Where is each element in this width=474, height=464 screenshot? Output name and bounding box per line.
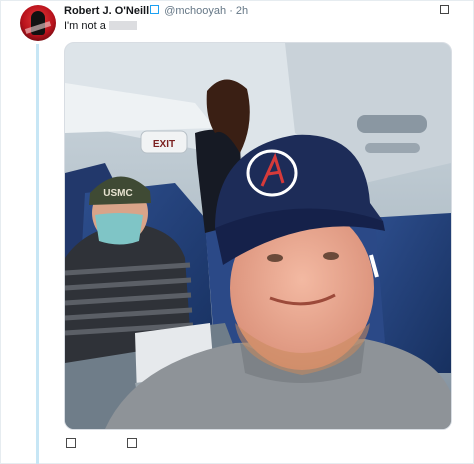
- tweet-timestamp[interactable]: 2h: [236, 5, 248, 17]
- tweet-header: Robert J. O'Neill @mchooyah · 2h: [64, 5, 248, 18]
- redacted-word: [108, 21, 137, 30]
- author-handle[interactable]: @mchooyah: [164, 5, 226, 17]
- reply-icon[interactable]: [66, 438, 76, 448]
- retweet-icon[interactable]: [127, 438, 137, 448]
- verified-badge-icon: [150, 5, 160, 14]
- exit-sign: EXIT: [153, 139, 175, 150]
- thread-line: [36, 44, 39, 464]
- tweet-text-body: I'm not a: [64, 20, 106, 32]
- tweet-photo[interactable]: EXIT USMC: [64, 42, 452, 430]
- author-name[interactable]: Robert J. O'Neill: [64, 5, 149, 17]
- separator-dot: ·: [229, 5, 233, 17]
- tweet-text: I'm not a: [64, 20, 137, 33]
- usmc-cap-text: USMC: [103, 188, 132, 199]
- airplane-selfie-image: EXIT USMC: [65, 43, 451, 429]
- avatar[interactable]: [20, 5, 56, 41]
- chevron-down-icon[interactable]: [440, 5, 449, 14]
